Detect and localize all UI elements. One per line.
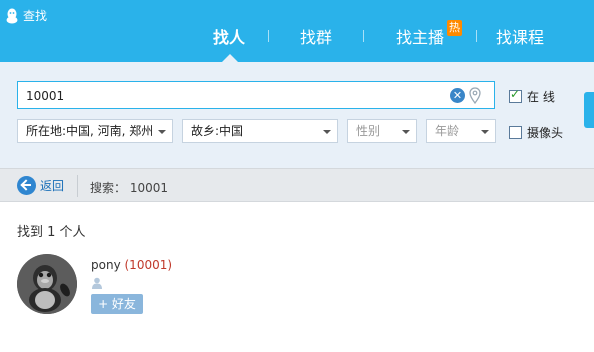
gender-icon xyxy=(92,277,102,289)
back-arrow-icon xyxy=(17,176,36,195)
search-button-edge[interactable] xyxy=(584,92,594,128)
app-title-label: 查找 xyxy=(23,9,48,23)
gender-dropdown[interactable]: 性别 xyxy=(347,119,417,143)
tab-find-course-label: 找课程 xyxy=(495,28,544,47)
camera-checkbox[interactable]: 摄像头 xyxy=(509,124,563,141)
chevron-down-icon xyxy=(481,130,489,134)
hot-badge: 热 xyxy=(447,20,462,36)
back-button[interactable]: 返回 xyxy=(17,176,64,195)
user-name[interactable]: pony (10001) xyxy=(91,258,172,272)
result-count: 找到 1 个人 xyxy=(17,225,86,240)
tab-find-group[interactable]: 找群 xyxy=(269,24,363,48)
location-pin-icon[interactable] xyxy=(469,87,481,104)
search-input[interactable] xyxy=(26,87,426,105)
user-nickname: pony xyxy=(91,258,121,272)
tab-find-group-label: 找群 xyxy=(299,28,332,47)
chevron-down-icon xyxy=(158,130,166,134)
online-checkbox-box[interactable] xyxy=(509,87,522,103)
search-box: ✕ xyxy=(17,81,495,109)
hometown-dropdown-value: 故乡:中国 xyxy=(191,124,244,138)
tab-find-course[interactable]: 找课程 xyxy=(477,24,563,48)
active-tab-indicator xyxy=(222,54,238,62)
tab-find-person-label: 找人 xyxy=(212,28,245,47)
age-dropdown[interactable]: 年龄 xyxy=(426,119,496,143)
tab-bar: 找人 找群 找主播 热 找课程 xyxy=(190,20,563,48)
tab-find-anchor-label: 找主播 xyxy=(395,28,444,47)
nav-divider xyxy=(77,175,78,197)
location-dropdown[interactable]: 所在地:中国, 河南, 郑州 xyxy=(17,119,173,143)
back-button-label: 返回 xyxy=(40,179,65,193)
avatar[interactable] xyxy=(17,254,77,314)
header-bar: 查找 找人 找群 找主播 热 找课程 xyxy=(0,0,594,62)
online-checkbox[interactable]: 在 线 xyxy=(509,87,555,105)
location-dropdown-value: 所在地:中国, 河南, 郑州 xyxy=(26,124,154,138)
clear-icon[interactable]: ✕ xyxy=(450,88,465,103)
app-title: 查找 xyxy=(5,7,47,24)
search-panel: ✕ 在 线 所在地:中国, 河南, 郑州 故乡:中国 性别 年龄 摄像头 xyxy=(0,62,594,168)
add-friend-button[interactable]: + 好友 xyxy=(91,294,143,314)
breadcrumb: 搜索： 10001 xyxy=(90,181,168,195)
tab-find-person[interactable]: 找人 xyxy=(190,24,268,48)
navigation-bar: 返回 搜索： 10001 xyxy=(0,168,594,202)
hometown-dropdown[interactable]: 故乡:中国 xyxy=(182,119,338,143)
online-checkbox-label: 在 线 xyxy=(527,90,555,104)
qq-penguin-icon xyxy=(6,8,18,23)
camera-checkbox-label: 摄像头 xyxy=(527,126,564,140)
gender-dropdown-value: 性别 xyxy=(356,124,381,138)
avatar-image xyxy=(17,254,77,314)
chevron-down-icon xyxy=(402,130,410,134)
user-id: (10001) xyxy=(124,258,173,272)
tab-find-anchor[interactable]: 找主播 热 xyxy=(364,20,476,48)
camera-checkbox-box[interactable] xyxy=(509,126,522,139)
age-dropdown-value: 年龄 xyxy=(435,124,460,138)
chevron-down-icon xyxy=(323,130,331,134)
